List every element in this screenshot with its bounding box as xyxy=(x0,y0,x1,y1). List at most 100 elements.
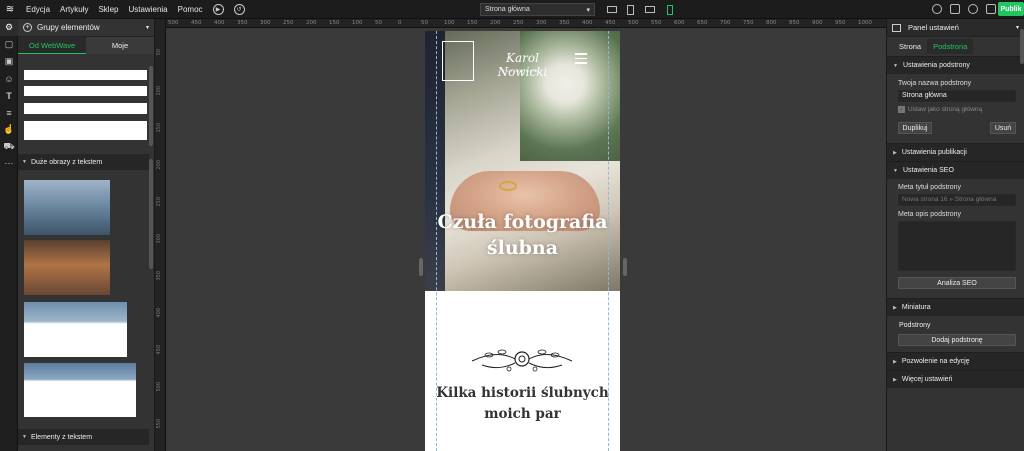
section-elementy-z-tekstem[interactable]: ▼ Elementy z tekstem xyxy=(18,429,149,445)
tab-od-webwave[interactable]: Od WebWave xyxy=(18,37,86,54)
section-label: Duże obrazy z tekstem xyxy=(30,158,103,166)
guide-line xyxy=(436,31,437,451)
hero-title[interactable]: Czuła fotografia ślubna xyxy=(425,209,620,261)
meta-description-label: Meta opis podstrony xyxy=(898,211,962,218)
ruler-tick-label: 100 xyxy=(352,20,363,26)
wedding-ring xyxy=(499,181,517,191)
mobile-view-icon[interactable] xyxy=(665,4,675,15)
scrollbar[interactable] xyxy=(149,66,153,146)
ruler-tick-label: 500 xyxy=(628,20,639,26)
section-ustawienia-publikacji[interactable]: ▶ Ustawienia publikacji xyxy=(887,143,1024,161)
menu-template-thumb[interactable] xyxy=(24,121,147,140)
brand-signature[interactable]: Karol Nowicki xyxy=(480,51,565,79)
settings-gear-icon[interactable]: ⚙ xyxy=(0,19,18,36)
hand-pointer-icon[interactable]: ☝ xyxy=(0,121,18,138)
floral-ornament-icon xyxy=(471,349,573,372)
hero-template-thumb[interactable] xyxy=(24,302,127,357)
menu-lines-icon[interactable]: ≡ xyxy=(0,104,18,121)
duplicate-button[interactable]: Duplikuj xyxy=(898,122,932,134)
ruler-tick-label: 200 xyxy=(156,160,162,170)
globe-icon[interactable] xyxy=(968,4,978,14)
dropdown-triangle-icon[interactable]: ▾ xyxy=(146,24,149,31)
menu-pomoc[interactable]: Pomoc xyxy=(178,5,203,14)
seo-analysis-button[interactable]: Analiza SEO xyxy=(898,277,1016,289)
subpage-name-input[interactable]: Strona główna xyxy=(898,90,1016,102)
hero-template-thumb[interactable] xyxy=(24,180,110,235)
tab-strona[interactable]: Strona xyxy=(893,39,927,54)
dropdown-triangle-icon[interactable]: ▾ xyxy=(1016,24,1019,31)
preview-eye-icon[interactable] xyxy=(932,4,942,14)
hero-template-thumb[interactable] xyxy=(24,363,136,417)
hero-template-thumb[interactable] xyxy=(24,240,110,295)
menu-sklep[interactable]: Sklep xyxy=(98,5,118,14)
meta-description-textarea[interactable] xyxy=(898,221,1016,271)
emoji-icon[interactable]: ☺ xyxy=(0,70,18,87)
section-duze-obrazy[interactable]: ▼ Duże obrazy z tekstem xyxy=(18,154,149,170)
hero-image[interactable]: Karol Nowicki FOTOGRAFIA Czuła fotografi… xyxy=(425,31,620,291)
section-title[interactable]: Kilka historii ślubnych moich par xyxy=(425,383,620,425)
square-shape-icon[interactable]: ▢ xyxy=(0,36,18,53)
menu-template-thumb[interactable] xyxy=(24,70,147,80)
panel-settings-icon xyxy=(892,23,901,32)
logo-frame[interactable] xyxy=(442,41,474,81)
add-subpage-button[interactable]: Dodaj podstronę xyxy=(898,334,1016,346)
desktop-view-icon[interactable] xyxy=(606,4,618,15)
webwave-logo[interactable]: ≋ xyxy=(0,0,20,19)
more-dots-icon[interactable]: ⋯ xyxy=(0,155,18,172)
ruler-tick-label: 350 xyxy=(156,271,162,281)
page-select[interactable]: Strona główna ▾ xyxy=(480,3,595,16)
save-icon[interactable] xyxy=(986,4,996,14)
meta-title-input[interactable]: Nowa strona 16 » Strona główna xyxy=(898,194,1016,206)
menu-template-thumb[interactable] xyxy=(24,86,147,96)
collapse-triangle-icon: ▼ xyxy=(22,159,27,165)
tab-podstrona[interactable]: Podstrona xyxy=(927,39,974,54)
ruler-tick-label: 400 xyxy=(582,20,593,26)
tab-moje[interactable]: Moje xyxy=(86,37,154,54)
hamburger-menu-icon[interactable] xyxy=(575,53,587,64)
ruler-tick-label: 600 xyxy=(674,20,685,26)
resize-handle-left[interactable] xyxy=(419,258,423,276)
ruler-tick-label: 150 xyxy=(156,123,162,133)
section-label: Ustawienia publikacji xyxy=(901,149,967,156)
element-groups-header: + Grupy elementów ▾ xyxy=(18,19,154,37)
brand-subtitle: FOTOGRAFIA xyxy=(503,68,539,73)
tablet-landscape-view-icon[interactable] xyxy=(644,4,656,15)
settings-panel-header: Panel ustawień ▾ xyxy=(887,19,1024,37)
add-circle-icon[interactable]: + xyxy=(23,23,32,32)
ruler-tick-label: 850 xyxy=(789,20,800,26)
mobile-page-preview[interactable]: Karol Nowicki FOTOGRAFIA Czuła fotografi… xyxy=(425,31,620,451)
menu-template-thumb[interactable] xyxy=(24,103,147,114)
resize-handle-right[interactable] xyxy=(623,258,627,276)
stories-section[interactable]: Kilka historii ślubnych moich par xyxy=(425,291,620,451)
section-miniatura[interactable]: ▶ Miniatura xyxy=(887,298,1024,316)
cart-icon[interactable]: ⛟ xyxy=(0,138,18,155)
ruler-tick-label: 50 xyxy=(375,20,382,26)
set-home-checkbox[interactable]: ✓ xyxy=(898,106,905,113)
ruler-tick-label: 200 xyxy=(306,20,317,26)
ruler-tick-label: 0 xyxy=(398,20,402,26)
menu-edycja[interactable]: Edycja xyxy=(26,5,50,14)
scrollbar[interactable] xyxy=(149,159,153,269)
ruler-tick-label: 800 xyxy=(766,20,777,26)
ruler-tick-label: 900 xyxy=(812,20,823,26)
section-ustawienia-podstrony[interactable]: ▼ Ustawienia podstrony xyxy=(887,56,1024,74)
ruler-tick-label: 250 xyxy=(156,197,162,207)
menu-ustawienia[interactable]: Ustawienia xyxy=(128,5,167,14)
comments-icon[interactable] xyxy=(950,4,960,14)
history-icon[interactable]: ↺ xyxy=(233,3,245,15)
menu-artykuly[interactable]: Artykuły xyxy=(60,5,88,14)
delete-button[interactable]: Usuń xyxy=(990,122,1016,134)
publish-button[interactable]: Publik xyxy=(998,2,1024,16)
ruler-tick-label: 100 xyxy=(444,20,455,26)
image-icon[interactable]: ▣ xyxy=(0,53,18,70)
section-pozwolenie-na-edycje[interactable]: ▶ Pozwolenie na edycję xyxy=(887,352,1024,370)
collapse-triangle-icon: ▼ xyxy=(893,167,898,174)
ruler-tick-label: 1000 xyxy=(858,20,872,26)
section-ustawienia-seo[interactable]: ▼ Ustawienia SEO xyxy=(887,161,1024,179)
play-icon[interactable]: ▶ xyxy=(212,3,224,15)
section-wiecej-ustawien[interactable]: ▶ Więcej ustawień xyxy=(887,370,1024,388)
text-icon[interactable]: T xyxy=(0,87,18,104)
scrollbar[interactable] xyxy=(1020,29,1024,64)
tablet-view-icon[interactable] xyxy=(625,4,635,15)
section-label: Pozwolenie na edycję xyxy=(901,358,970,365)
